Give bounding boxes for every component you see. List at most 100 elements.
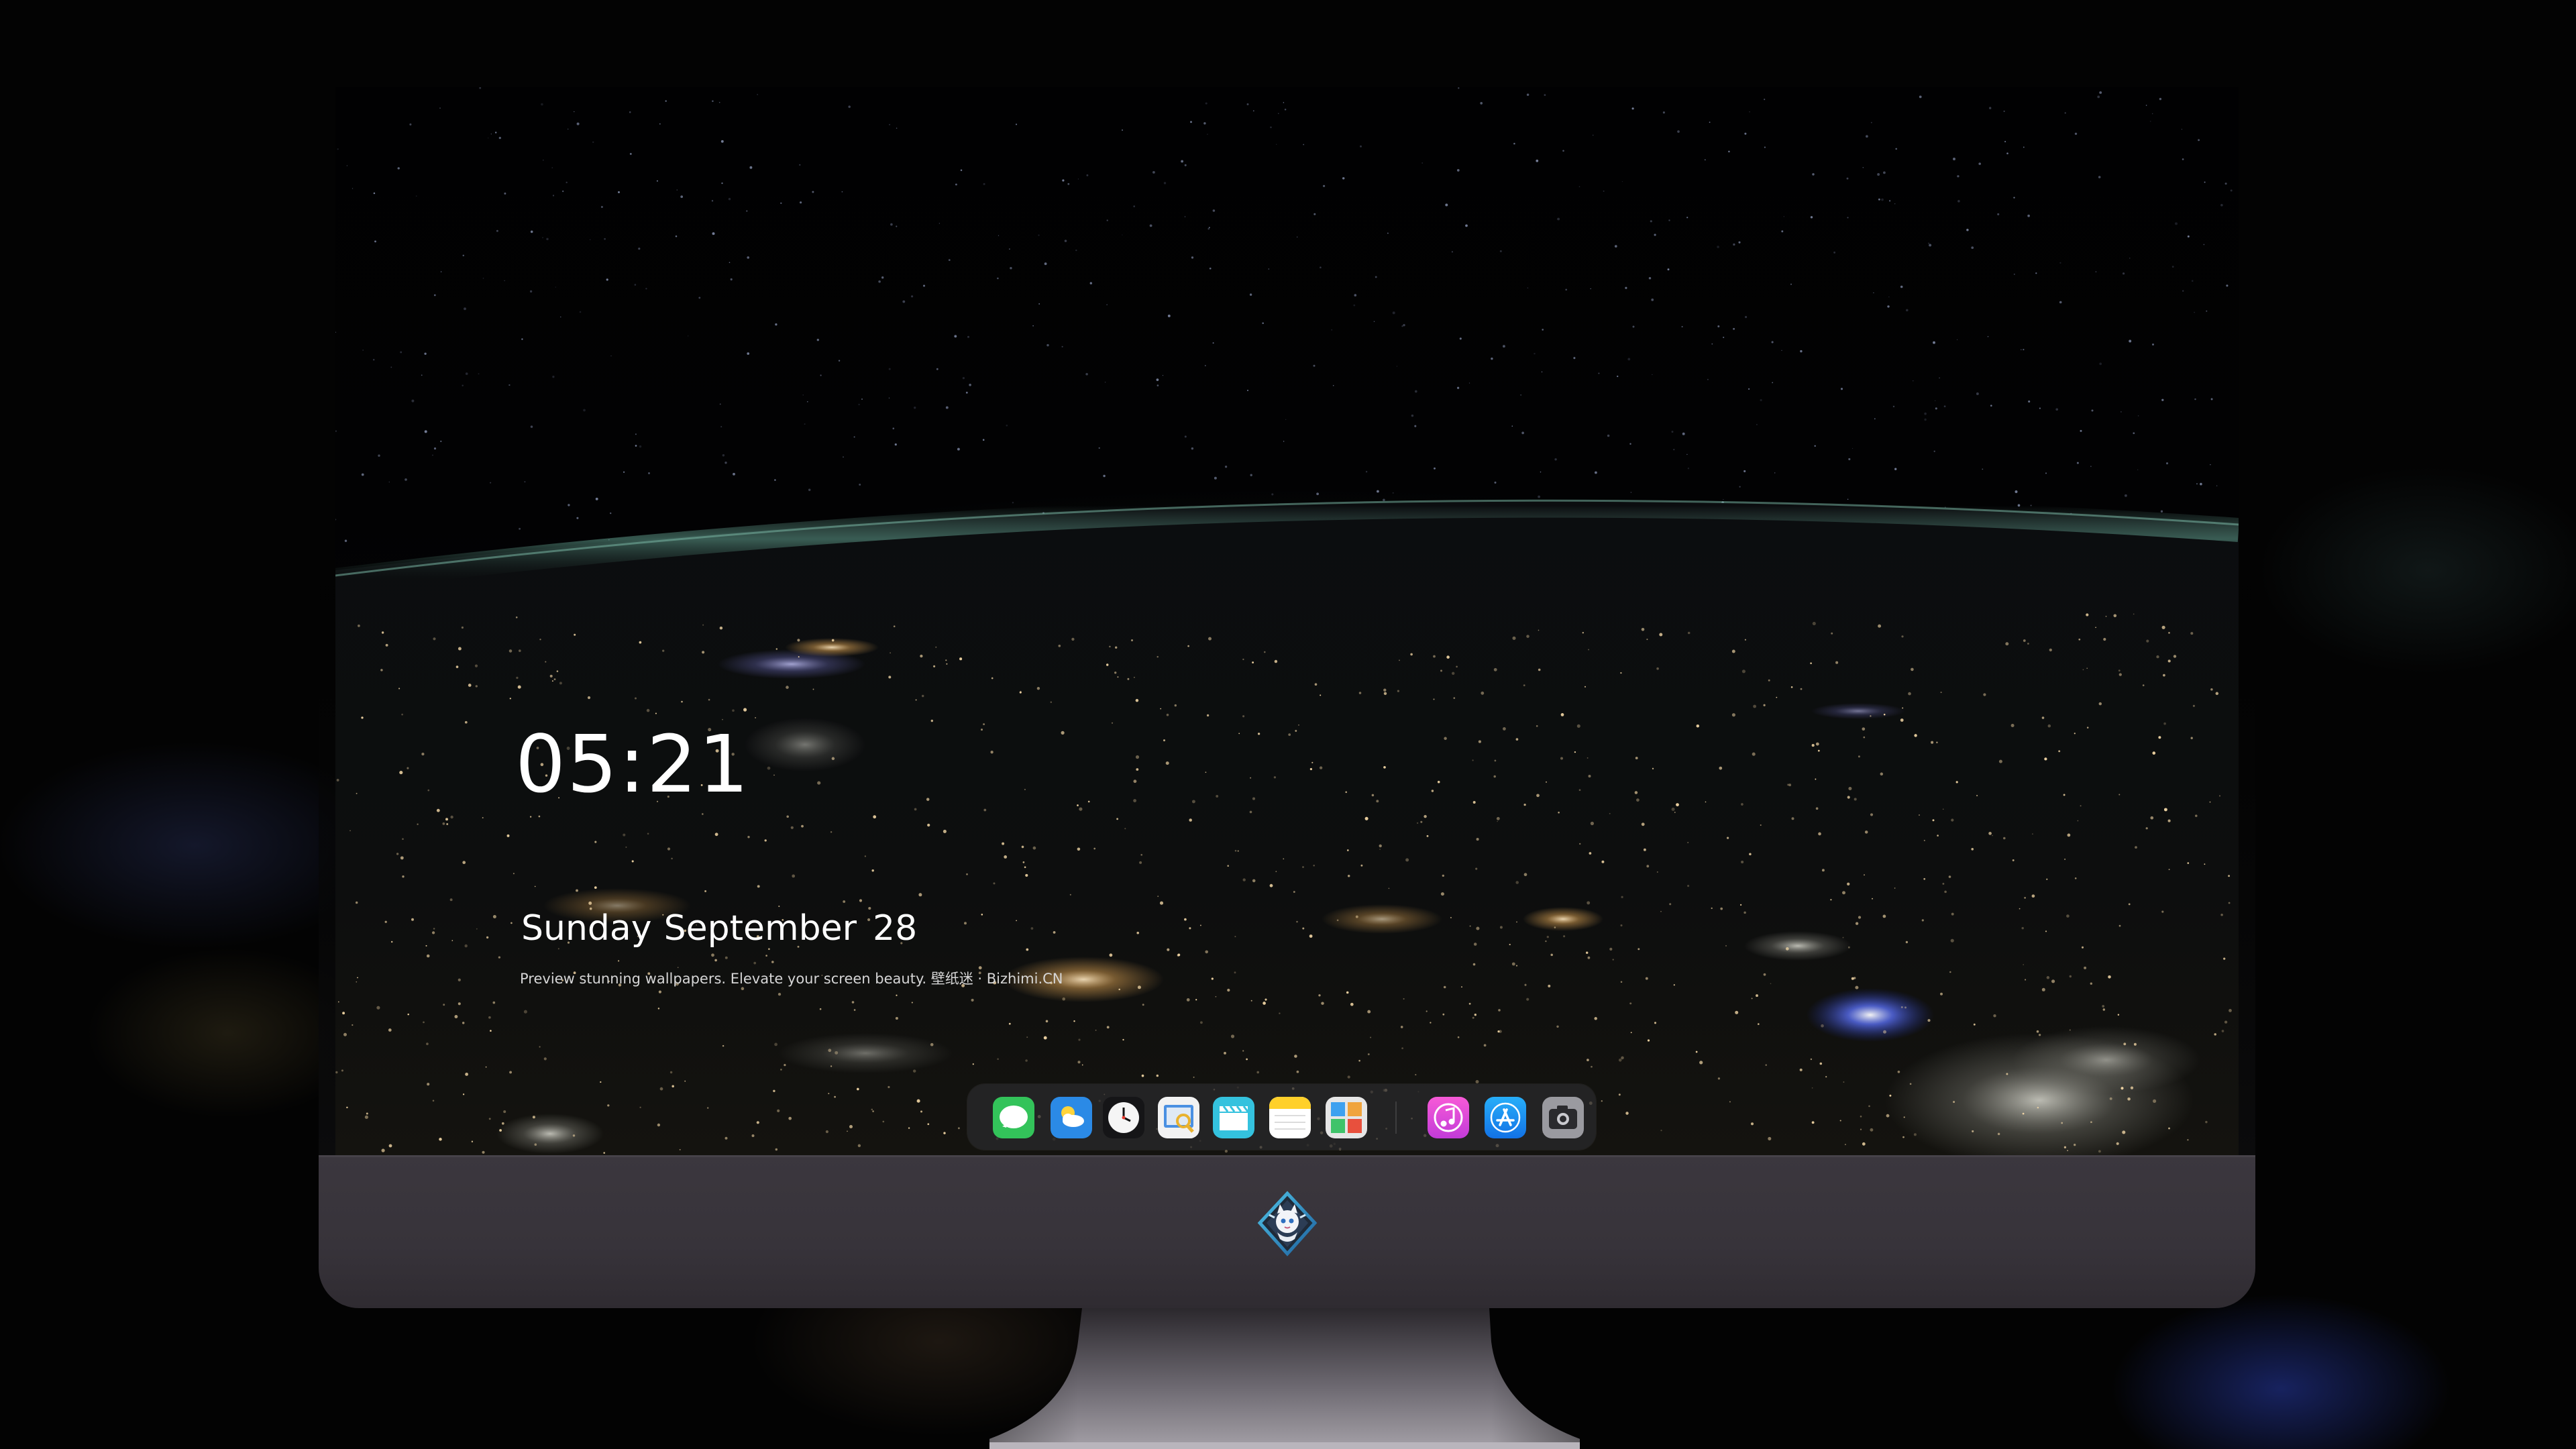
preview-icon[interactable]: [1158, 1097, 1199, 1138]
city-light: [2161, 910, 2164, 913]
city-light: [1379, 849, 1381, 850]
city-light: [1167, 948, 1170, 951]
city-light: [657, 1008, 660, 1010]
city-light: [1940, 692, 1942, 694]
city-light: [753, 961, 757, 965]
city-light: [971, 998, 974, 1002]
city-light: [1953, 1101, 1955, 1104]
weather-icon[interactable]: [1051, 1097, 1092, 1138]
city-light: [2084, 966, 2087, 969]
city-light: [1612, 959, 1614, 961]
city-light: [1360, 864, 1363, 867]
city-light: [784, 1063, 786, 1067]
city-light: [1493, 667, 1497, 672]
city-light: [1923, 839, 1925, 841]
city-light: [427, 1083, 430, 1086]
city-light: [2167, 819, 2171, 822]
music-icon[interactable]: [1428, 1097, 1469, 1138]
city-light: [432, 1099, 435, 1102]
city-light: [407, 767, 409, 769]
city-light: [1431, 790, 1434, 792]
city-light: [1472, 1016, 1474, 1019]
city-light: [462, 1022, 465, 1024]
clapperboard-icon[interactable]: [1213, 1097, 1254, 1138]
city-light: [920, 1110, 922, 1113]
messages-icon[interactable]: [993, 1097, 1034, 1138]
city-light: [943, 1132, 946, 1134]
city-light: [2214, 1033, 2216, 1036]
city-light: [508, 649, 513, 653]
city-light: [1800, 688, 1803, 690]
notes-icon[interactable]: [1269, 1097, 1311, 1138]
city-light: [400, 856, 404, 860]
city-light: [449, 898, 453, 902]
city-light: [1024, 788, 1026, 790]
city-light: [1992, 835, 1993, 837]
city-light: [443, 1004, 445, 1006]
city-light: [1705, 801, 1707, 803]
city-light: [1811, 1121, 1815, 1124]
city-light: [1298, 724, 1299, 726]
city-light: [1345, 791, 1348, 794]
city-light: [1512, 636, 1516, 640]
app-store-icon[interactable]: [1485, 1097, 1526, 1138]
city-light: [916, 1099, 920, 1103]
city-light: [1695, 1051, 1698, 1053]
city-light: [1634, 791, 1638, 794]
city-light: [1189, 927, 1191, 930]
city-light: [1951, 818, 1954, 822]
city-light: [1199, 1021, 1203, 1024]
city-light: [2163, 808, 2167, 811]
city-light: [1863, 736, 1866, 739]
camera-icon[interactable]: [1542, 1097, 1584, 1138]
city-light: [1453, 697, 1456, 699]
photo-booth-icon[interactable]: [1326, 1097, 1367, 1138]
city-light: [1347, 1075, 1350, 1079]
city-light: [1478, 740, 1481, 743]
city-light: [1134, 676, 1135, 678]
city-light: [831, 757, 835, 761]
city-light: [1868, 1105, 1870, 1108]
city-light: [1399, 659, 1400, 661]
city-light: [1902, 707, 1904, 709]
city-light: [882, 1120, 885, 1123]
city-light: [677, 967, 679, 968]
city-light: [1187, 645, 1189, 647]
city-light: [1545, 940, 1547, 943]
city-light: [1538, 668, 1541, 672]
city-light: [722, 1044, 724, 1047]
city-light: [1864, 830, 1868, 834]
city-light: [943, 829, 947, 833]
city-light: [2074, 733, 2076, 735]
city-light: [1062, 997, 1066, 1001]
city-light: [476, 928, 478, 930]
city-light: [1433, 655, 1436, 658]
city-light: [1426, 835, 1429, 837]
city-light: [2049, 648, 2052, 652]
city-light: [1765, 1064, 1767, 1066]
clock-icon[interactable]: [1103, 1097, 1144, 1138]
city-light: [1174, 704, 1177, 707]
city-light: [751, 1134, 755, 1138]
city-light: [1230, 1034, 1235, 1038]
city-light: [464, 720, 468, 724]
city-light: [1302, 927, 1305, 930]
city-light: [1367, 1053, 1370, 1056]
city-light: [625, 846, 627, 848]
city-light: [1416, 822, 1419, 824]
city-light: [462, 1093, 465, 1095]
city-light: [2064, 858, 2066, 860]
city-light: [1142, 1004, 1144, 1006]
city-light: [1166, 713, 1169, 716]
city-light: [1450, 916, 1452, 918]
city-light: [2221, 1030, 2224, 1032]
city-light: [1629, 1002, 1632, 1005]
city-light: [2051, 979, 2055, 983]
city-light: [1263, 1002, 1266, 1005]
city-light: [515, 616, 518, 619]
city-light: [492, 914, 496, 919]
city-light: [812, 688, 814, 690]
city-light: [391, 941, 393, 943]
city-light: [1509, 943, 1511, 946]
lock-screen[interactable]: 05:21 Sunday September 28 Preview stunning…: [335, 87, 2239, 1155]
